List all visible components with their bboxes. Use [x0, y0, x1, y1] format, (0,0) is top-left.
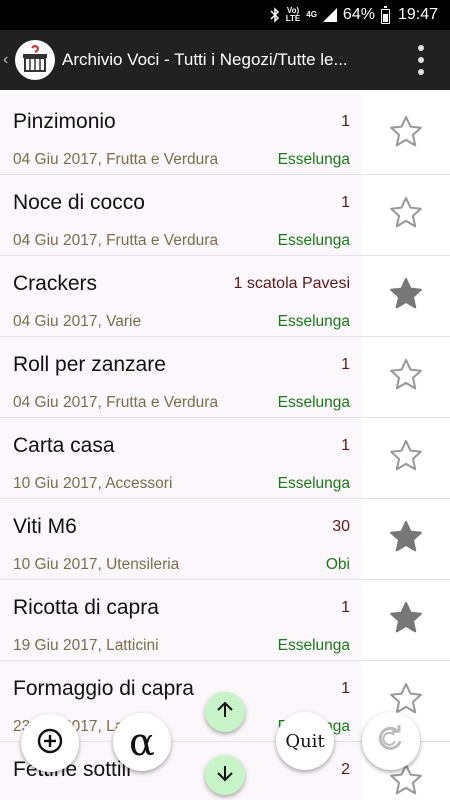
bluetooth-icon	[270, 7, 280, 23]
item-name: Formaggio di capra	[13, 677, 194, 700]
item-quantity: 1	[341, 437, 350, 454]
item-quantity: 30	[332, 518, 350, 535]
battery-icon	[380, 6, 390, 24]
item-shop: Esselunga	[277, 394, 350, 411]
quit-label: Quit	[285, 730, 325, 752]
item-quantity: 1	[341, 680, 350, 697]
action-bar: ‹ Archivio Voci - Tutti i Negozi/Tutte l…	[0, 30, 450, 90]
item-shop: Esselunga	[277, 637, 350, 654]
scroll-down-button[interactable]	[205, 755, 245, 795]
scroll-up-button[interactable]	[205, 692, 245, 732]
list-item[interactable]: Ricotta di capra 1 19 Giu 2017, Latticini E…	[0, 580, 450, 661]
item-date-category: 10 Giu 2017, Accessori	[13, 475, 173, 492]
back-caret-icon[interactable]: ‹	[3, 51, 13, 69]
favorite-toggle[interactable]	[362, 499, 450, 579]
page-title: Archivio Voci - Tutti i Negozi/Tutte le.…	[62, 50, 348, 69]
star-outline-icon	[387, 113, 425, 156]
item-shop: Esselunga	[277, 232, 350, 249]
arrow-up-icon	[215, 700, 235, 725]
favorite-toggle[interactable]	[362, 175, 450, 255]
star-outline-icon	[387, 194, 425, 237]
star-outline-icon	[387, 437, 425, 480]
overflow-menu-icon[interactable]	[418, 45, 424, 75]
alpha-sort-icon: α	[129, 720, 155, 764]
list-item[interactable]: Noce di cocco 1 04 Giu 2017, Frutta e Verd…	[0, 175, 450, 256]
list-item[interactable]: Crackers 1 scatola Pavesi 04 Giu 2017, Var…	[0, 256, 450, 337]
volte-icon: Vo) LTE	[286, 7, 301, 23]
list-item-content[interactable]: Carta casa 1 10 Giu 2017, Accessori Esselun…	[0, 418, 362, 498]
item-date-category: 04 Giu 2017, Frutta e Verdura	[13, 151, 219, 168]
favorite-toggle[interactable]	[362, 337, 450, 417]
star-filled-icon	[387, 518, 425, 561]
star-outline-icon	[387, 356, 425, 399]
clock: 19:47	[397, 6, 438, 23]
list-item-content[interactable]: Pinzimonio 1 04 Giu 2017, Frutta e Verdura…	[0, 94, 362, 174]
item-name: Noce di cocco	[13, 191, 145, 214]
item-date-category: 04 Giu 2017, Frutta e Verdura	[13, 232, 219, 249]
star-filled-icon	[387, 599, 425, 642]
add-circle-icon	[37, 728, 63, 759]
list-item-content[interactable]: Roll per zanzare 1 04 Giu 2017, Frutta e V…	[0, 337, 362, 417]
item-name: Crackers	[13, 272, 98, 295]
item-quantity: 1	[341, 194, 350, 211]
item-date-category: 19 Giu 2017, Latticini	[13, 637, 159, 654]
item-name: Roll per zanzare	[13, 353, 166, 376]
item-shop: Obi	[325, 556, 350, 573]
battery-percent: 64%	[342, 6, 375, 23]
item-name: Viti M6	[13, 515, 77, 538]
item-date-category: 04 Giu 2017, Frutta e Verdura	[13, 394, 219, 411]
item-shop: Esselunga	[277, 475, 350, 492]
reload-button[interactable]	[362, 712, 420, 770]
item-date-category: 10 Giu 2017, Utensileria	[13, 556, 180, 573]
status-bar: Vo) LTE 4G 64% 19:47	[0, 0, 450, 30]
signal-icon	[322, 8, 337, 22]
item-name: Carta casa	[13, 434, 115, 457]
shopping-cart-icon[interactable]	[15, 40, 55, 80]
list-item-content[interactable]: Ricotta di capra 1 19 Giu 2017, Latticini E…	[0, 580, 362, 660]
reload-icon	[376, 724, 406, 759]
item-quantity: 1	[341, 599, 350, 616]
network-type: 4G	[306, 10, 317, 19]
star-filled-icon	[387, 275, 425, 318]
item-shop: Esselunga	[277, 151, 350, 168]
list-item-content[interactable]: Noce di cocco 1 04 Giu 2017, Frutta e Verd…	[0, 175, 362, 255]
favorite-toggle[interactable]	[362, 580, 450, 660]
list-item-content[interactable]: Crackers 1 scatola Pavesi 04 Giu 2017, Var…	[0, 256, 362, 336]
item-quantity: 2	[341, 761, 350, 778]
item-name: Ricotta di capra	[13, 596, 159, 619]
item-date-category: 04 Giu 2017, Varie	[13, 313, 142, 330]
item-name: Pinzimonio	[13, 110, 116, 133]
item-quantity: 1	[341, 113, 350, 130]
list-item[interactable]: Pinzimonio 1 04 Giu 2017, Frutta e Verdura…	[0, 94, 450, 175]
favorite-toggle[interactable]	[362, 418, 450, 498]
quit-button[interactable]: Quit	[276, 712, 334, 770]
favorite-toggle[interactable]	[362, 256, 450, 336]
item-shop: Esselunga	[277, 313, 350, 330]
list-item[interactable]: Roll per zanzare 1 04 Giu 2017, Frutta e V…	[0, 337, 450, 418]
list-item[interactable]: Viti M6 30 10 Giu 2017, Utensileria Obi	[0, 499, 450, 580]
item-quantity: 1	[341, 356, 350, 373]
lte-label: LTE	[285, 14, 301, 23]
list-item[interactable]: Carta casa 1 10 Giu 2017, Accessori Esselun…	[0, 418, 450, 499]
list-item-content[interactable]: Viti M6 30 10 Giu 2017, Utensileria Obi	[0, 499, 362, 579]
add-item-button[interactable]	[21, 714, 79, 772]
alpha-sort-button[interactable]: α	[113, 713, 171, 771]
item-quantity: 1 scatola Pavesi	[233, 275, 350, 292]
arrow-down-icon	[215, 763, 235, 788]
favorite-toggle[interactable]	[362, 94, 450, 174]
screen: Vo) LTE 4G 64% 19:47 ‹ Archivio Voci - T…	[0, 0, 450, 800]
